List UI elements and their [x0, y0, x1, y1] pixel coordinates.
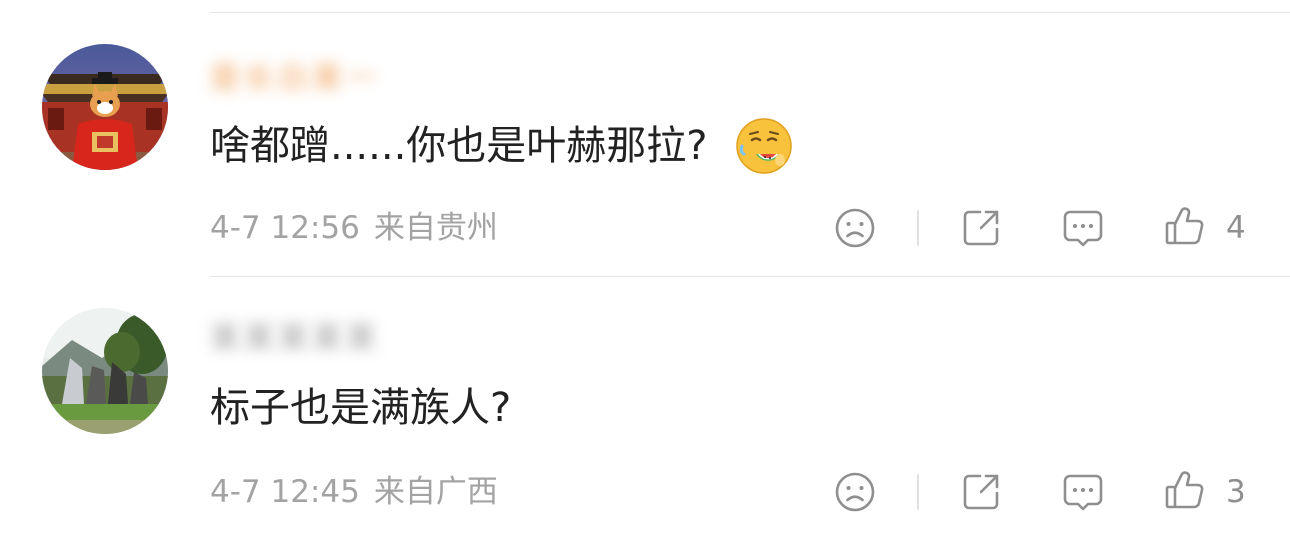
action-separator: [917, 474, 919, 510]
comment-meta: 4-7 12:45 来自广西: [210, 472, 498, 512]
reply-button[interactable]: [1061, 206, 1105, 250]
dislike-button[interactable]: [833, 206, 877, 250]
reply-button[interactable]: [1061, 470, 1105, 514]
thumbs-up-icon: [1165, 471, 1204, 509]
comment-text: 啥都蹭......你也是叶赫那拉?: [210, 116, 794, 176]
timestamp: 4-7 12:45: [210, 474, 360, 510]
share-icon: [963, 210, 999, 246]
comment-text: 标子也是满族人?: [210, 380, 511, 436]
dislike-button[interactable]: [833, 470, 877, 514]
username[interactable]: 某某某某某: [210, 316, 380, 362]
like-count: 4: [1226, 210, 1246, 246]
sad-face-icon: [835, 472, 875, 512]
cat-emperor-avatar-icon: [42, 44, 168, 170]
like-count: 3: [1226, 474, 1246, 510]
like-button[interactable]: [1163, 468, 1207, 512]
action-separator: [917, 210, 919, 246]
location: 来自广西: [373, 474, 498, 510]
share-button[interactable]: [959, 206, 1003, 250]
like-button[interactable]: [1163, 204, 1207, 248]
sad-face-icon: [835, 208, 875, 248]
timestamp: 4-7 12:56: [210, 210, 360, 246]
avatar[interactable]: [42, 44, 168, 170]
username[interactable]: 是长白某一: [210, 56, 380, 102]
share-button[interactable]: [959, 470, 1003, 514]
thumbs-up-icon: [1165, 207, 1204, 245]
comment-bubble-icon: [1063, 474, 1103, 511]
landscape-rocks-avatar-icon: [42, 308, 168, 434]
comment-item: 某某某某某 标子也是满族人? 4-7 12:45 来自广西 3: [0, 276, 1290, 539]
comment-text-content: 标子也是满族人?: [210, 385, 512, 431]
location: 来自贵州: [373, 210, 498, 246]
sweating-face-eating-watermelon-icon: [734, 116, 794, 176]
comment-text-content: 啥都蹭......你也是叶赫那拉?: [210, 123, 708, 169]
comment-bubble-icon: [1063, 210, 1103, 247]
avatar[interactable]: [42, 308, 168, 434]
comment-meta: 4-7 12:56 来自贵州: [210, 208, 498, 248]
comment-item: 是长白某一 啥都蹭......你也是叶赫那拉? 4-7 12:56 来自贵州 4: [0, 12, 1290, 275]
share-icon: [963, 474, 999, 510]
